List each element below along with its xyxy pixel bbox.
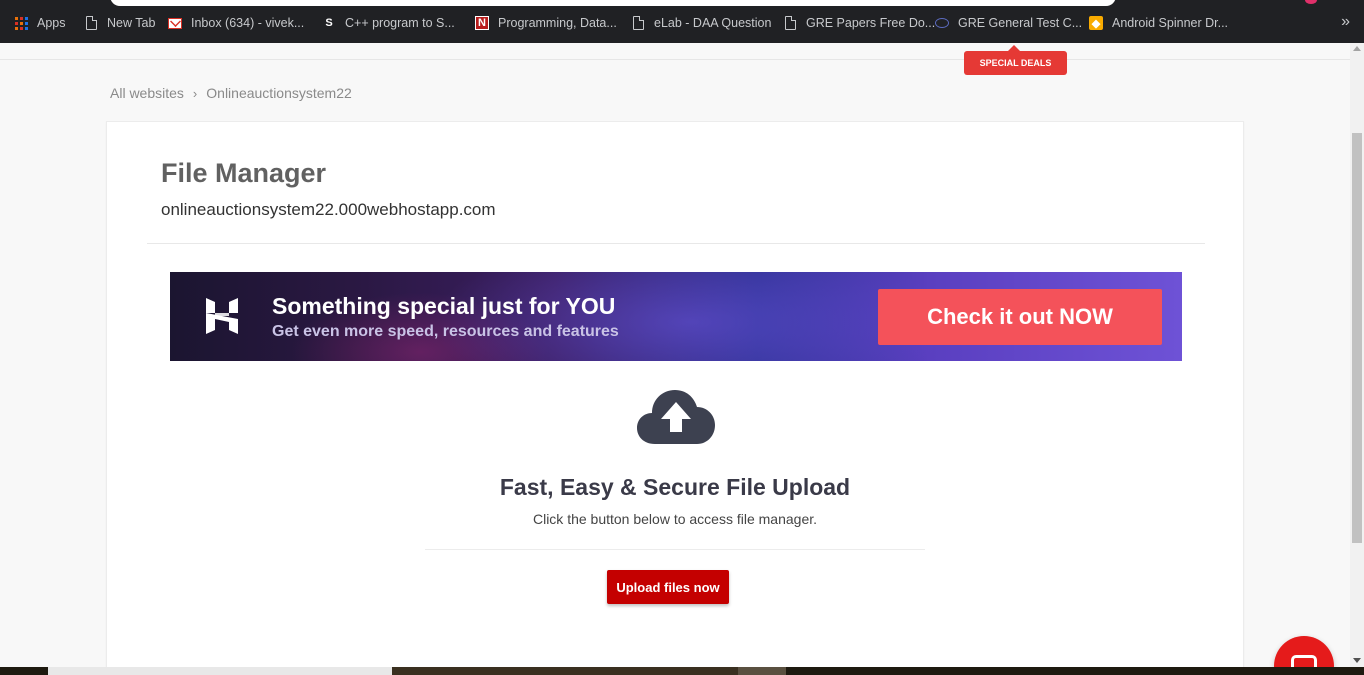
bookmarks-overflow-button[interactable]: »: [1341, 13, 1350, 31]
breadcrumb-current[interactable]: Onlineauctionsystem22: [206, 85, 352, 101]
bookmark-label: C++ program to S...: [345, 16, 455, 30]
cloud-upload-icon: [637, 390, 715, 444]
taskbar-strip: [0, 667, 1364, 675]
taskbar-item[interactable]: [48, 667, 392, 675]
breadcrumb-all-websites[interactable]: All websites: [110, 85, 184, 101]
page-title: File Manager: [161, 158, 327, 188]
n-icon: N: [475, 16, 489, 30]
hostinger-logo-icon: [206, 298, 238, 334]
s-icon: S: [325, 17, 333, 29]
page-icon: [631, 15, 645, 30]
card-divider: [147, 243, 1205, 244]
bookmark-elab[interactable]: eLab - DAA Question: [631, 14, 771, 32]
bookmark-gre-general[interactable]: GRE General Test C...: [935, 14, 1082, 32]
bookmark-android-spinner[interactable]: ◆ Android Spinner Dr...: [1089, 14, 1228, 32]
special-deals-badge[interactable]: SPECIAL DEALS: [964, 45, 1067, 75]
address-bar-edge[interactable]: [110, 0, 1116, 6]
profile-badge[interactable]: [1305, 0, 1317, 4]
bookmark-programming[interactable]: N Programming, Data...: [475, 14, 617, 32]
upload-title: Fast, Easy & Secure File Upload: [499, 474, 851, 500]
breadcrumb: All websites › Onlineauctionsystem22: [110, 85, 352, 101]
apps-grid-icon: [14, 16, 28, 30]
bookmark-label: Programming, Data...: [498, 16, 617, 30]
gre-icon: [935, 16, 949, 30]
page-icon: [783, 15, 797, 30]
bookmark-label: GRE General Test C...: [958, 16, 1083, 30]
taskbar-item[interactable]: [392, 667, 738, 675]
bookmarks-bar: Apps New Tab Inbox (634) - vivek... S C+…: [0, 0, 1364, 43]
bookmark-gre-papers[interactable]: GRE Papers Free Do...: [783, 14, 935, 32]
bookmark-apps[interactable]: Apps: [14, 14, 66, 32]
page-content: SPECIAL DEALS All websites › Onlineaucti…: [0, 43, 1350, 675]
bookmark-label: New Tab: [107, 16, 156, 30]
bookmark-label: Apps: [37, 16, 66, 30]
check-it-out-button[interactable]: Check it out NOW: [878, 289, 1162, 345]
upload-description: Click the button below to access file ma…: [532, 511, 818, 527]
bookmark-inbox[interactable]: Inbox (634) - vivek...: [168, 14, 304, 32]
gmail-icon: [168, 16, 182, 30]
scroll-up-arrow-icon[interactable]: [1353, 46, 1361, 51]
chevron-right-icon: ›: [192, 85, 198, 101]
site-domain: onlineauctionsystem22.000webhostapp.com: [161, 200, 496, 219]
scroll-down-arrow-icon[interactable]: [1353, 658, 1361, 663]
promo-banner[interactable]: Something special just for YOU Get even …: [170, 272, 1182, 361]
bookmark-cpp-program[interactable]: S C++ program to S...: [322, 14, 455, 32]
upload-files-button[interactable]: Upload files now: [607, 570, 729, 604]
header-divider: [0, 59, 1350, 60]
bookmark-label: Android Spinner Dr...: [1112, 16, 1229, 30]
bookmark-label: Inbox (634) - vivek...: [191, 16, 305, 30]
android-icon: ◆: [1089, 16, 1103, 30]
page-scrollbar[interactable]: [1350, 43, 1364, 667]
banner-subline: Get even more speed, resources and featu…: [272, 323, 619, 340]
bookmark-label: eLab - DAA Question: [654, 16, 772, 30]
page-icon: [84, 15, 98, 30]
bookmark-label: GRE Papers Free Do...: [806, 16, 936, 30]
taskbar-item[interactable]: [738, 667, 786, 675]
upload-divider: [425, 549, 925, 550]
file-manager-card: File Manager onlineauctionsystem22.000we…: [106, 121, 1244, 675]
scrollbar-thumb[interactable]: [1352, 133, 1362, 543]
bookmark-new-tab[interactable]: New Tab: [84, 14, 155, 32]
banner-headline: Something special just for YOU: [272, 293, 616, 319]
